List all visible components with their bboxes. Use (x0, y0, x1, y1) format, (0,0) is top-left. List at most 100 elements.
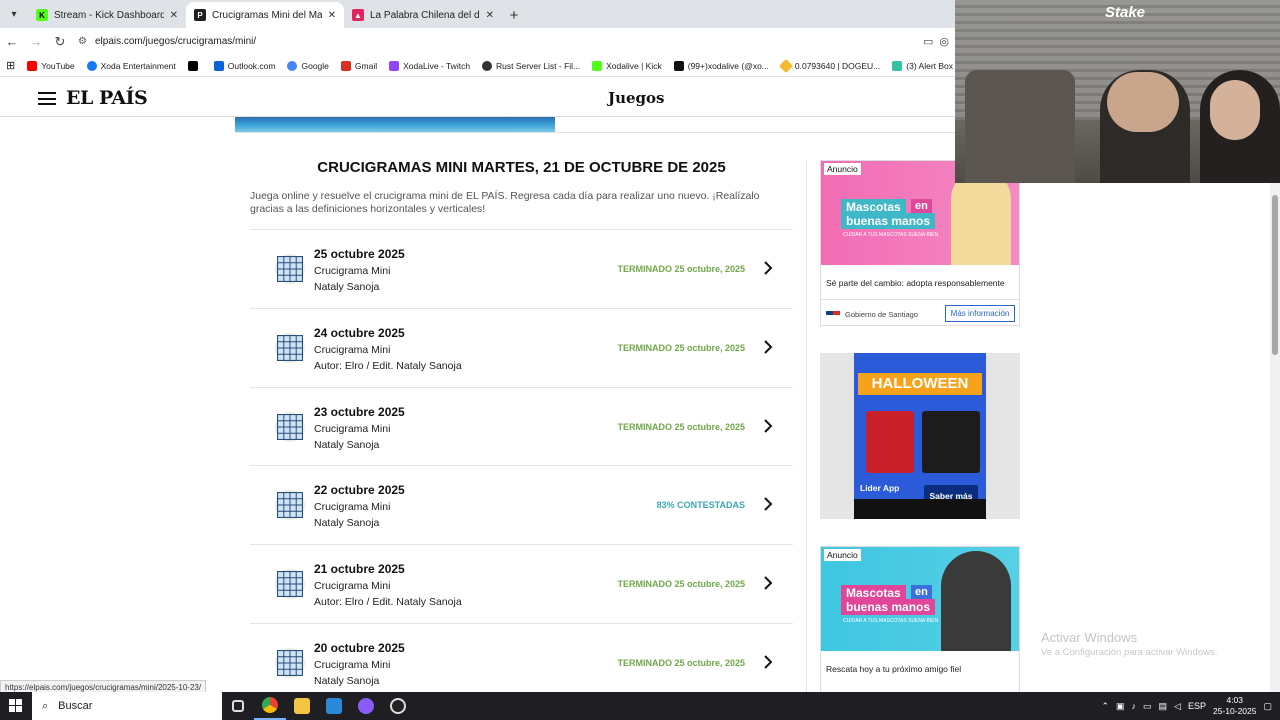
tab-crucigramas[interactable]: P Crucigramas Mini del Martes, 2 ✕ (186, 2, 344, 28)
ad-text: Rescata hoy a tu próximo amigo fiel (826, 664, 962, 674)
clock-time: 4:03 (1226, 695, 1244, 705)
ad-label: Anuncio (824, 549, 861, 561)
battery-icon[interactable]: ▭ (1143, 701, 1152, 712)
notifications-icon[interactable]: ▢ (1263, 701, 1272, 712)
obs-icon[interactable] (382, 692, 414, 720)
bookmark-x[interactable] (187, 60, 202, 71)
hamburger-menu-icon[interactable] (38, 92, 56, 105)
store-icon[interactable] (318, 692, 350, 720)
ad-image[interactable]: Anuncio Mascotas en buenas manos CUIDAR … (821, 547, 1019, 651)
chevron-right-icon[interactable] (763, 655, 773, 669)
bookmark-kick[interactable]: Xodalive | Kick (592, 60, 662, 71)
address-bar[interactable]: ⚙ elpais.com/juegos/crucigramas/mini/ (78, 31, 898, 53)
puzzle-type: Crucigrama Mini (314, 265, 391, 277)
hide-eye-icon[interactable]: ◎ (939, 35, 949, 48)
bookmark-gmail[interactable]: Gmail (340, 60, 377, 71)
tray-app-icon[interactable]: ▣ (1116, 701, 1125, 712)
bookmark-dogeusd[interactable]: 0.0793640 | DOGEU... (778, 58, 880, 73)
volume-icon[interactable]: ◁ (1174, 701, 1181, 712)
kick-favicon-icon: K (36, 9, 48, 21)
gaming-chair (965, 70, 1075, 183)
chevron-right-icon[interactable] (763, 576, 773, 590)
tray-overflow-chevron-icon[interactable]: ⌃ (1101, 701, 1109, 712)
close-tab-icon[interactable]: ✕ (486, 10, 494, 21)
banner-image[interactable] (235, 117, 555, 132)
bookmark-youtube[interactable]: YouTube (27, 60, 75, 71)
windows-taskbar: ⌕ Buscar ⌃ ▣ ♪ ▭ ▤ ◁ ESP 4:03 25-10-2025… (0, 692, 1280, 720)
ad-subline: CUIDAR A TUS MASCOTAS SUENA BIEN (843, 232, 939, 238)
close-tab-icon[interactable]: ✕ (170, 10, 178, 21)
bookmark-xoda-entertainment[interactable]: Xoda Entertainment (86, 60, 176, 71)
puzzle-type: Crucigrama Mini (314, 658, 391, 671)
puzzle-date: 20 octubre 2025 (314, 640, 405, 655)
ad-mascotas-2[interactable]: Anuncio Mascotas en buenas manos CUIDAR … (820, 546, 1020, 696)
google-icon (287, 60, 298, 71)
bookmark-tiktok[interactable]: (99+)xodalive (@xo... (673, 60, 769, 71)
ad-source: Gobierno de Santiago (845, 310, 918, 319)
puzzle-row[interactable]: 21 octubre 2025 Crucigrama Mini Autor: Elr… (250, 544, 793, 623)
microphone-icon[interactable]: ♪ (1132, 701, 1137, 711)
bookmark-twitch[interactable]: XodaLive - Twitch (389, 60, 470, 71)
new-tab-button[interactable]: + (502, 2, 526, 28)
bookmark-outlook[interactable]: Outlook.com (213, 60, 275, 71)
chrome-icon[interactable] (254, 692, 286, 720)
network-icon[interactable]: ▤ (1159, 701, 1168, 712)
puzzle-row[interactable]: 25 octubre 2025 Crucigrama Mini Nataly San… (250, 229, 793, 308)
tab-kick-dashboard[interactable]: K Stream - Kick Dashboard ✕ (28, 2, 186, 28)
taskbar-search[interactable]: ⌕ Buscar (32, 692, 222, 720)
ad-headline-2: buenas manos (841, 599, 936, 615)
bookmark-google[interactable]: Google (287, 60, 329, 71)
cast-icon[interactable]: ▭ (923, 35, 933, 48)
halloween-headline: HALLOWEEN (858, 373, 982, 395)
palabra-favicon-icon: ▲ (352, 9, 364, 21)
el-pais-logo[interactable]: EL PAÍS (66, 87, 148, 109)
task-view-icon[interactable] (222, 692, 254, 720)
snack-bag-image (866, 411, 914, 473)
chevron-right-icon[interactable] (763, 340, 773, 354)
ad-halloween-creative[interactable]: HALLOWEEN Lider App Saber más (854, 353, 986, 519)
puzzle-row[interactable]: 20 octubre 2025 Crucigrama Mini Nataly San… (250, 622, 793, 702)
activate-windows-subtitle: Ve a Configuración para activar Windows. (1041, 647, 1218, 658)
page-scrollbar[interactable] (1270, 183, 1280, 692)
tab-title: Stream - Kick Dashboard (54, 9, 164, 21)
forward-arrow-icon[interactable]: → (24, 30, 48, 54)
ad-separator (821, 299, 1019, 300)
bookmark-rust-server-list[interactable]: Rust Server List - Fil... (482, 60, 580, 71)
stake-logo: Stake (1105, 4, 1146, 21)
windows-start-icon[interactable] (0, 692, 32, 720)
url-text: elpais.com/juegos/crucigramas/mini/ (94, 36, 257, 47)
site-info-icon[interactable]: ⚙ (78, 36, 87, 47)
page-intro: Juega online y resuelve el crucigrama mi… (250, 190, 760, 215)
clock-date: 25-10-2025 (1213, 706, 1257, 716)
tab-search-chevron-icon[interactable]: ▾ (0, 0, 28, 28)
ad-mascotas[interactable]: Anuncio Mascotas en buenas manos CUIDAR … (820, 160, 1020, 326)
chevron-right-icon[interactable] (763, 418, 773, 433)
puzzle-type: Crucigrama Mini (314, 501, 391, 514)
more-info-button[interactable]: Más información (945, 305, 1015, 322)
discord-icon[interactable] (350, 692, 382, 720)
tab-palabra-chilena[interactable]: ▲ La Palabra Chilena del día cu ✕ (344, 2, 502, 28)
ad-halloween[interactable]: HALLOWEEN Lider App Saber más (820, 353, 1020, 519)
reload-icon[interactable]: ↻ (48, 30, 72, 54)
back-arrow-icon[interactable]: ← (0, 30, 24, 54)
puzzle-date: 22 octubre 2025 (314, 483, 405, 498)
file-explorer-icon[interactable] (286, 692, 318, 720)
system-clock[interactable]: 4:03 25-10-2025 (1213, 695, 1256, 717)
chevron-right-icon[interactable] (763, 497, 773, 512)
ad-headline-2: buenas manos (841, 213, 936, 229)
puzzle-row[interactable]: 22 octubre 2025 Crucigrama Mini Nataly San… (250, 465, 793, 544)
ad-headline-en: en (911, 585, 932, 599)
language-indicator[interactable]: ESP (1188, 701, 1206, 711)
apps-grid-icon[interactable]: ⊞ (6, 59, 15, 72)
section-title[interactable]: Juegos (608, 89, 664, 107)
crossword-grid-icon (275, 490, 305, 521)
puzzle-row[interactable]: 23 octubre 2025 Crucigrama Mini Nataly San… (250, 386, 793, 466)
lider-brand: Lider App (860, 483, 900, 493)
puzzle-status: TERMINADO 25 octubre, 2025 (617, 421, 745, 432)
snack-bag-image (922, 411, 980, 473)
chevron-right-icon[interactable] (763, 261, 773, 275)
puzzle-status: TERMINADO 25 octubre, 2025 (617, 264, 745, 274)
scrollbar-thumb[interactable] (1272, 195, 1278, 355)
close-tab-icon[interactable]: ✕ (328, 10, 336, 21)
puzzle-row[interactable]: 24 octubre 2025 Crucigrama Mini Autor: Elr… (250, 307, 793, 387)
